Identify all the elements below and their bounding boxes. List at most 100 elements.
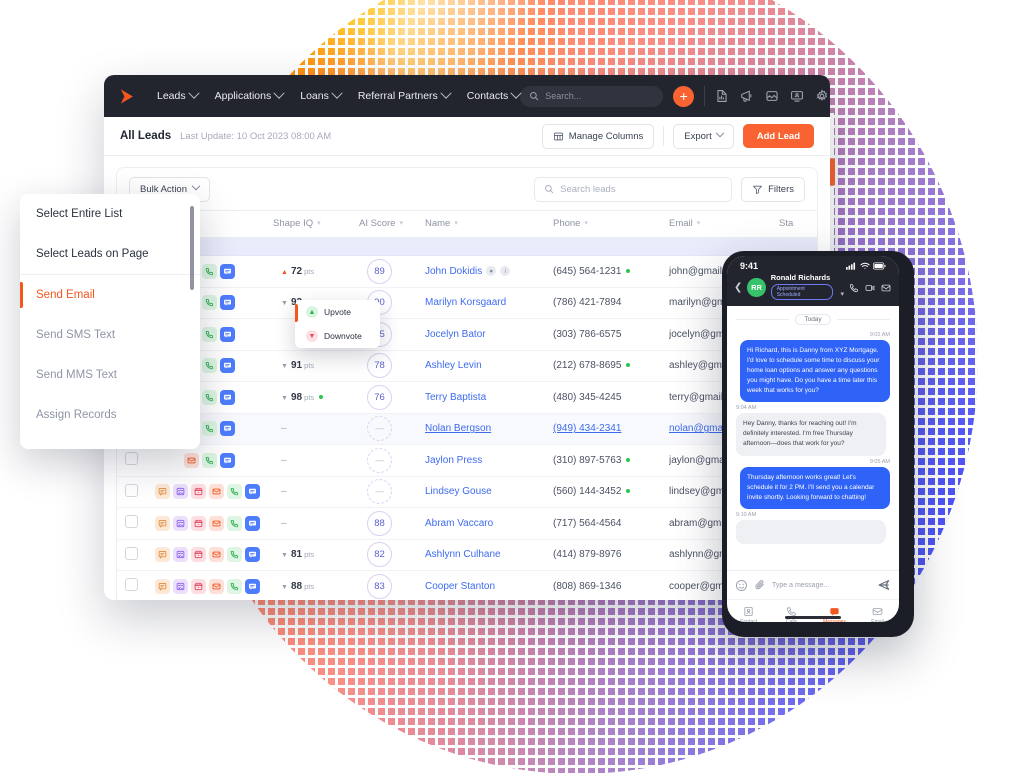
row-action-icons[interactable] bbox=[145, 539, 273, 571]
lead-name-link[interactable]: Lindsey Gouse bbox=[425, 486, 492, 497]
nav-item-applications[interactable]: Applications bbox=[215, 87, 285, 102]
lead-name-link[interactable]: Marilyn Korsgaard bbox=[425, 297, 506, 308]
table-row[interactable]: ▼ 98 pts 76 Terry Baptista (480) 345-4245 terr… bbox=[117, 381, 817, 414]
row-action-icons[interactable] bbox=[145, 476, 273, 508]
name-cell[interactable]: Jocelyn Bator bbox=[425, 318, 553, 351]
lead-phone[interactable]: (786) 421-7894 bbox=[553, 297, 621, 308]
phone-icon[interactable] bbox=[202, 389, 217, 405]
document-icon[interactable] bbox=[715, 89, 730, 104]
message-input-bar[interactable]: Type a message... bbox=[727, 570, 899, 599]
bulk-menu-item-send-email[interactable]: Send Email bbox=[20, 275, 200, 315]
calendar-icon[interactable] bbox=[191, 515, 206, 531]
phone-cell[interactable]: (717) 564-4564 bbox=[553, 507, 669, 540]
table-row[interactable]: ▲ 72 pts 89 John Dokidis ● i (645) 564-1231 john… bbox=[117, 255, 817, 288]
sms-icon[interactable] bbox=[245, 484, 260, 500]
name-cell[interactable]: Nolan Bergson bbox=[425, 413, 553, 445]
phone-cell[interactable]: (786) 421-7894 bbox=[553, 287, 669, 319]
shape-iq-cell[interactable]: – bbox=[273, 476, 359, 508]
search-leads-input[interactable]: Search leads bbox=[534, 176, 733, 202]
task-icon[interactable] bbox=[173, 515, 188, 531]
filters-button[interactable]: Filters bbox=[741, 176, 805, 202]
bulk-menu-item-select-entire-list[interactable]: Select Entire List bbox=[20, 194, 200, 234]
global-search-input[interactable]: Search... bbox=[520, 85, 664, 107]
lead-name-link[interactable]: Ashley Levin bbox=[425, 360, 482, 371]
calendar-icon[interactable] bbox=[191, 578, 206, 594]
name-cell[interactable]: Lindsey Gouse bbox=[425, 476, 553, 508]
name-cell[interactable]: Ashley Levin bbox=[425, 350, 553, 382]
phone-icon[interactable] bbox=[202, 421, 217, 437]
task-icon[interactable] bbox=[173, 578, 188, 594]
note-icon[interactable] bbox=[155, 515, 170, 531]
sms-icon[interactable] bbox=[220, 389, 235, 405]
chevron-down-icon[interactable]: ▾ bbox=[840, 290, 844, 298]
mail-icon[interactable] bbox=[209, 547, 224, 563]
lead-phone[interactable]: (414) 879-8976 bbox=[553, 549, 621, 560]
phone-cell[interactable]: (480) 345-4245 bbox=[553, 381, 669, 414]
sms-icon[interactable] bbox=[220, 421, 235, 437]
lead-name-link[interactable]: John Dokidis bbox=[425, 266, 482, 277]
sms-icon[interactable] bbox=[220, 358, 235, 374]
phone-cell[interactable]: (414) 879-8976 bbox=[553, 539, 669, 571]
phone-cell[interactable]: (560) 144-3452 bbox=[553, 476, 669, 508]
col-status[interactable]: Sta bbox=[779, 210, 817, 238]
lead-name-link[interactable]: Ashlynn Culhane bbox=[425, 549, 501, 560]
lead-phone[interactable]: (560) 144-3452 bbox=[553, 486, 621, 497]
table-row[interactable]: ▼93pts90Marilyn Korsgaard(786) 421-7894m… bbox=[117, 287, 817, 319]
bulk-menu-item-assign-records[interactable]: Assign Records bbox=[20, 395, 200, 435]
row-checkbox[interactable] bbox=[124, 515, 138, 529]
name-cell[interactable]: John Dokidis ● i bbox=[425, 255, 553, 288]
phone-cell[interactable]: (310) 897-5763 bbox=[553, 444, 669, 477]
shape-iq-cell[interactable]: – bbox=[273, 507, 359, 540]
tab-messages[interactable]: Messages bbox=[813, 606, 856, 622]
lead-name-link[interactable]: Nolan Bergson bbox=[425, 423, 491, 434]
mail-icon[interactable] bbox=[209, 515, 224, 531]
calendar-icon[interactable] bbox=[191, 484, 206, 500]
sms-icon[interactable] bbox=[220, 295, 235, 311]
bulk-menu-item-select-leads-on-page[interactable]: Select Leads on Page bbox=[20, 234, 200, 274]
name-cell[interactable]: Ashlynn Culhane bbox=[425, 539, 553, 571]
col-ai-score[interactable]: AI Score ▾ bbox=[359, 210, 425, 238]
phone-cell[interactable]: (808) 869-1346 bbox=[553, 570, 669, 600]
lead-name-link[interactable]: Cooper Stanton bbox=[425, 581, 495, 592]
mail-icon[interactable] bbox=[209, 484, 224, 500]
sms-icon[interactable] bbox=[220, 452, 235, 468]
table-row[interactable]: – ---- Lindsey Gouse (560) 144-3452 lindsey@… bbox=[117, 476, 817, 508]
row-checkbox-cell[interactable] bbox=[117, 507, 145, 540]
row-checkbox[interactable] bbox=[124, 452, 138, 466]
back-icon[interactable]: ❮ bbox=[734, 282, 742, 293]
upvote-option[interactable]: ▲ Upvote bbox=[295, 300, 380, 324]
phone-icon[interactable] bbox=[227, 547, 242, 563]
lead-phone[interactable]: (212) 678-8695 bbox=[553, 360, 621, 371]
lead-phone[interactable]: (310) 897-5763 bbox=[553, 455, 621, 466]
note-icon[interactable] bbox=[155, 547, 170, 563]
table-row[interactable]: – ---- Jaylon Press (310) 897-5763 jaylon@gm… bbox=[117, 444, 817, 477]
lead-info-badge[interactable]: i bbox=[500, 266, 511, 277]
table-row[interactable]: –88 Abram Vaccaro (717) 564-4564 abram@gmai… bbox=[117, 507, 817, 540]
row-checkbox-cell[interactable] bbox=[117, 444, 145, 477]
table-row[interactable]: ▼ 88 pts 83 Cooper Stanton (808) 869-1346 coop… bbox=[117, 570, 817, 600]
sms-icon[interactable] bbox=[245, 515, 260, 531]
row-action-icons[interactable] bbox=[145, 507, 273, 540]
lead-phone[interactable]: (645) 564-1231 bbox=[553, 266, 621, 277]
shape-iq-cell[interactable]: – bbox=[273, 413, 359, 445]
name-cell[interactable]: Terry Baptista bbox=[425, 381, 553, 414]
bulk-menu-item-send-sms-text[interactable]: Send SMS Text bbox=[20, 315, 200, 355]
sms-icon[interactable] bbox=[245, 578, 260, 594]
lead-phone[interactable]: (949) 434-2341 bbox=[553, 423, 621, 434]
name-cell[interactable]: Abram Vaccaro bbox=[425, 507, 553, 540]
lead-phone[interactable]: (303) 786-6575 bbox=[553, 329, 621, 340]
bulk-menu-item-send-mms-text[interactable]: Send MMS Text bbox=[20, 355, 200, 395]
monitor-icon[interactable] bbox=[790, 89, 805, 104]
task-icon[interactable] bbox=[173, 484, 188, 500]
col-phone[interactable]: Phone ▾ bbox=[553, 210, 669, 238]
lead-phone[interactable]: (480) 345-4245 bbox=[553, 392, 621, 403]
shape-iq-cell[interactable]: ▼ 91 pts bbox=[273, 350, 359, 382]
lead-phone[interactable]: (808) 869-1346 bbox=[553, 581, 621, 592]
col-email[interactable]: Email ▾ bbox=[669, 210, 779, 238]
lead-name-link[interactable]: Jocelyn Bator bbox=[425, 329, 486, 340]
calendar-icon[interactable] bbox=[191, 547, 206, 563]
phone-cell[interactable]: (949) 434-2341 bbox=[553, 413, 669, 445]
table-row[interactable]: ▼ 81 pts 82 Ashlynn Culhane (414) 879-8976 ash… bbox=[117, 539, 817, 571]
row-checkbox[interactable] bbox=[124, 483, 138, 497]
shape-iq-cell[interactable]: ▼ 98 pts bbox=[273, 381, 359, 414]
